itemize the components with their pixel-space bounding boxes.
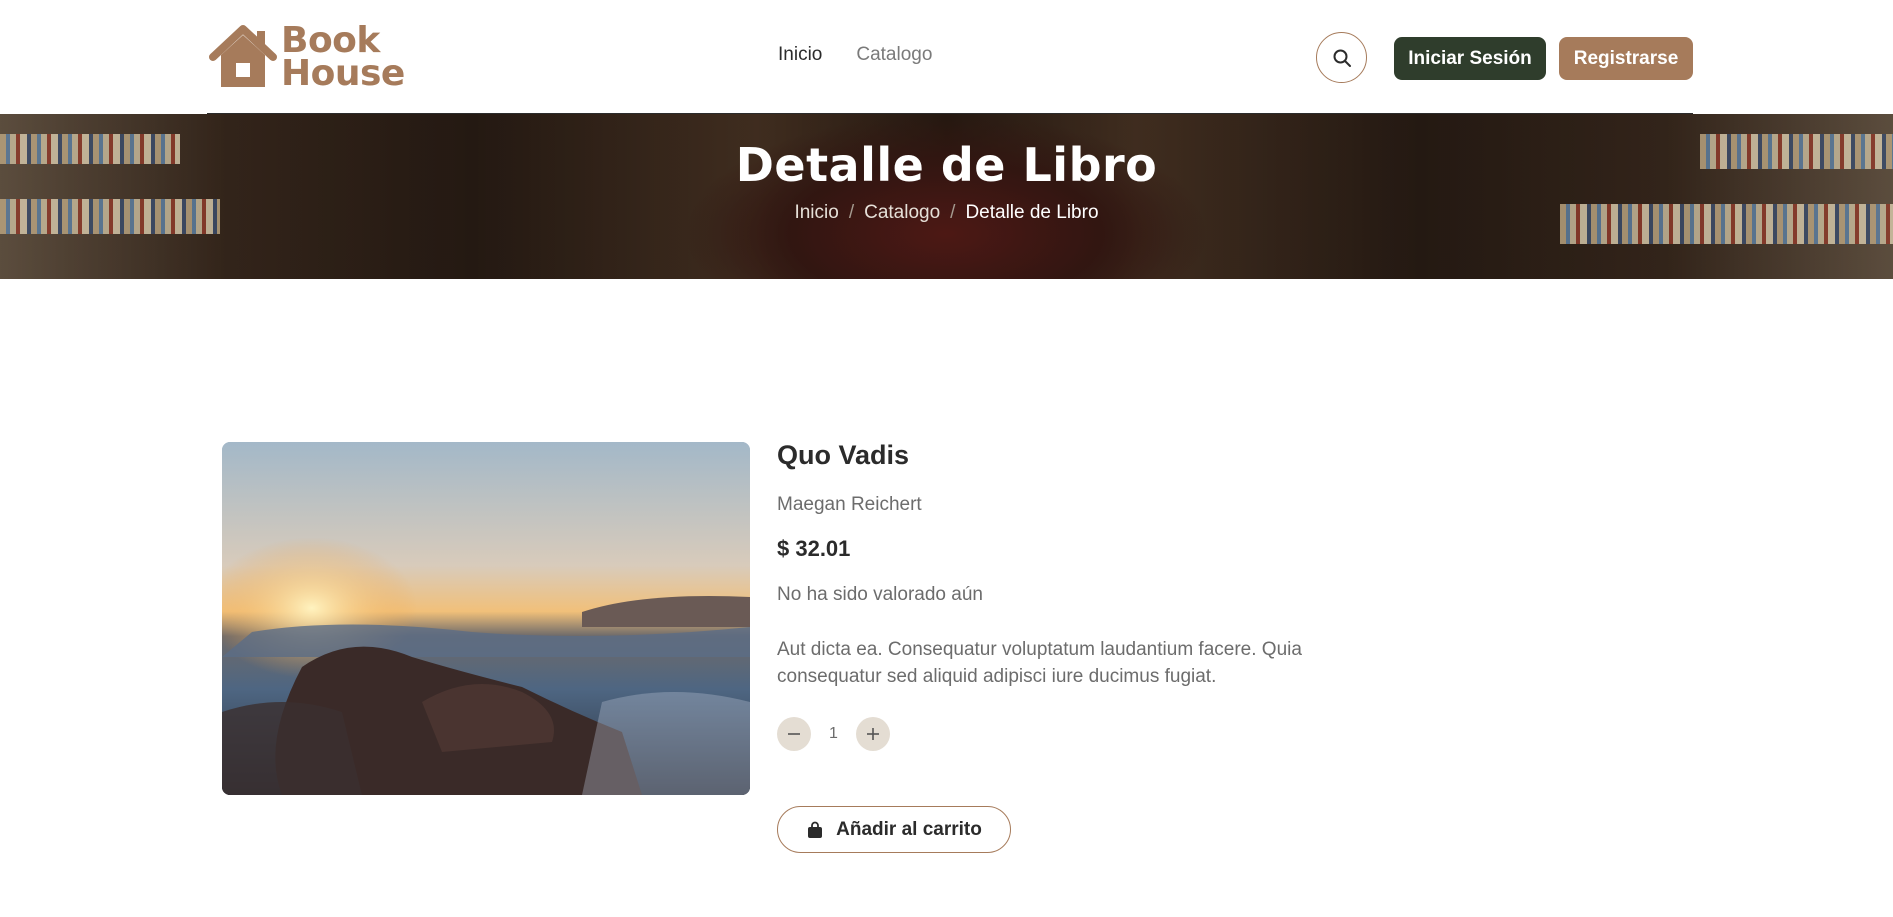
plus-icon [867, 728, 879, 740]
breadcrumb-separator: / [848, 202, 855, 223]
book-rating-status: No ha sido valorado aún [777, 584, 983, 605]
breadcrumb: Inicio / Catalogo / Detalle de Libro [0, 202, 1893, 224]
logo-line2: House [281, 53, 405, 94]
breadcrumb-separator: / [950, 202, 956, 223]
login-button[interactable]: Iniciar Sesión [1394, 37, 1546, 80]
book-description: Aut dicta ea. Consequatur voluptatum lau… [777, 639, 1302, 687]
book-author: Maegan Reichert [777, 494, 922, 515]
search-icon [1333, 49, 1351, 67]
site-header: Book House Inicio Catalogo Iniciar Sesió… [0, 0, 1893, 114]
shopping-bag-icon [808, 821, 823, 838]
breadcrumb-current: Detalle de Libro [965, 202, 1099, 223]
quantity-value: 1 [829, 725, 838, 742]
page-title: Detalle de Libro [735, 138, 1158, 192]
breadcrumb-catalogo[interactable]: Catalogo [864, 202, 940, 224]
register-button[interactable]: Registrarse [1559, 37, 1693, 80]
hero-banner: Detalle de Libro Inicio / Catalogo / Det… [0, 114, 1893, 279]
book-price: $ 32.01 [777, 536, 851, 561]
increase-quantity-button[interactable] [856, 717, 890, 751]
quantity-stepper: 1 [777, 717, 890, 751]
add-to-cart-label: Añadir al carrito [836, 818, 982, 840]
minus-icon [788, 733, 800, 735]
nav-item-inicio[interactable]: Inicio [778, 44, 822, 66]
add-to-cart-button[interactable]: Añadir al carrito [777, 806, 1011, 853]
book-title: Quo Vadis [777, 440, 910, 470]
book-cover-image [222, 442, 750, 795]
logo-text: Book House [281, 23, 405, 94]
nav-item-catalogo[interactable]: Catalogo [856, 44, 932, 66]
house-icon [209, 25, 277, 87]
logo[interactable]: Book House [207, 22, 407, 92]
main-nav: Inicio Catalogo [778, 44, 932, 66]
search-button[interactable] [1316, 32, 1367, 83]
breadcrumb-inicio[interactable]: Inicio [794, 202, 838, 224]
sunset-sea-image [222, 442, 750, 795]
decrease-quantity-button[interactable] [777, 717, 811, 751]
